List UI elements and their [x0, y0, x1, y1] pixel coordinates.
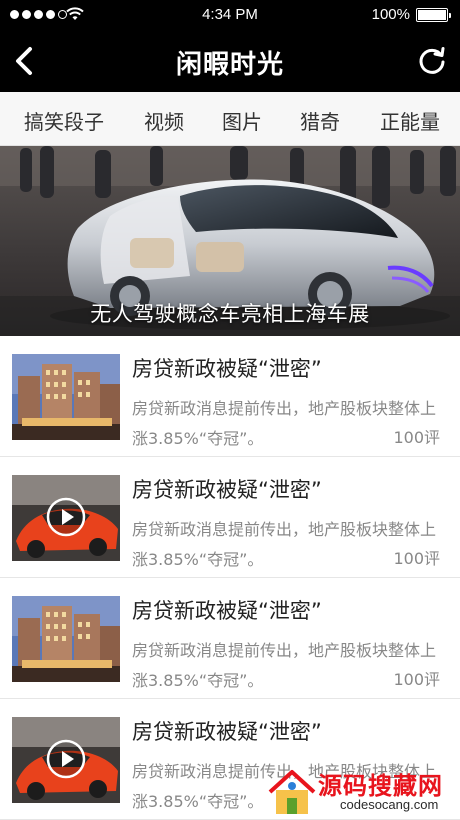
house-logo-icon: [268, 770, 316, 814]
news-thumbnail: [12, 717, 120, 803]
comment-count: 100评: [393, 549, 440, 568]
play-video-icon[interactable]: [46, 739, 86, 779]
watermark-url: codesocang.com: [340, 797, 439, 812]
hero-caption: 无人驾驶概念车亮相上海车展: [90, 302, 370, 326]
watermark-text: 源码搜藏网: [318, 772, 443, 800]
comment-count: 100评: [393, 670, 440, 689]
news-title: 房贷新政被疑“泄密”: [132, 720, 322, 744]
status-bar: 4:34 PM 100%: [0, 0, 460, 30]
list-item[interactable]: 房贷新政被疑“泄密” 房贷新政消息提前传出，地产股板块整体上涨3.85%“夺冠”…: [0, 336, 460, 457]
news-thumbnail: [12, 475, 120, 561]
battery-icon: [416, 8, 451, 22]
news-title: 房贷新政被疑“泄密”: [132, 357, 322, 381]
page-title: 闲暇时光: [175, 50, 284, 80]
list-item[interactable]: 房贷新政被疑“泄密” 房贷新政消息提前传出，地产股板块整体上涨3.85%“夺冠”…: [0, 578, 460, 699]
tab-positive-energy[interactable]: 正能量: [380, 106, 440, 135]
hero-banner[interactable]: 无人驾驶概念车亮相上海车展: [0, 146, 460, 336]
refresh-icon[interactable]: [416, 45, 448, 77]
news-list: 房贷新政被疑“泄密” 房贷新政消息提前传出，地产股板块整体上涨3.85%“夺冠”…: [0, 336, 460, 820]
list-item[interactable]: 房贷新政被疑“泄密” 房贷新政消息提前传出，地产股板块整体上涨3.85%“夺冠”…: [0, 457, 460, 578]
news-title: 房贷新政被疑“泄密”: [132, 599, 322, 623]
news-title: 房贷新政被疑“泄密”: [132, 478, 322, 502]
tab-curiosities[interactable]: 猎奇: [300, 106, 340, 135]
comment-count: 100评: [393, 428, 440, 447]
play-video-icon[interactable]: [46, 497, 86, 537]
navigation-bar: 闲暇时光: [0, 30, 460, 92]
tab-video[interactable]: 视频: [144, 106, 184, 135]
category-tabs: 搞笑段子 视频 图片 猎奇 正能量: [0, 92, 460, 146]
news-thumbnail: [12, 596, 120, 682]
news-thumbnail: [12, 354, 120, 440]
tab-jokes[interactable]: 搞笑段子: [24, 106, 104, 135]
tab-pictures[interactable]: 图片: [222, 106, 262, 135]
watermark: 源码搜藏网 codesocang.com: [260, 764, 460, 818]
battery-percentage: 100%: [371, 6, 410, 23]
